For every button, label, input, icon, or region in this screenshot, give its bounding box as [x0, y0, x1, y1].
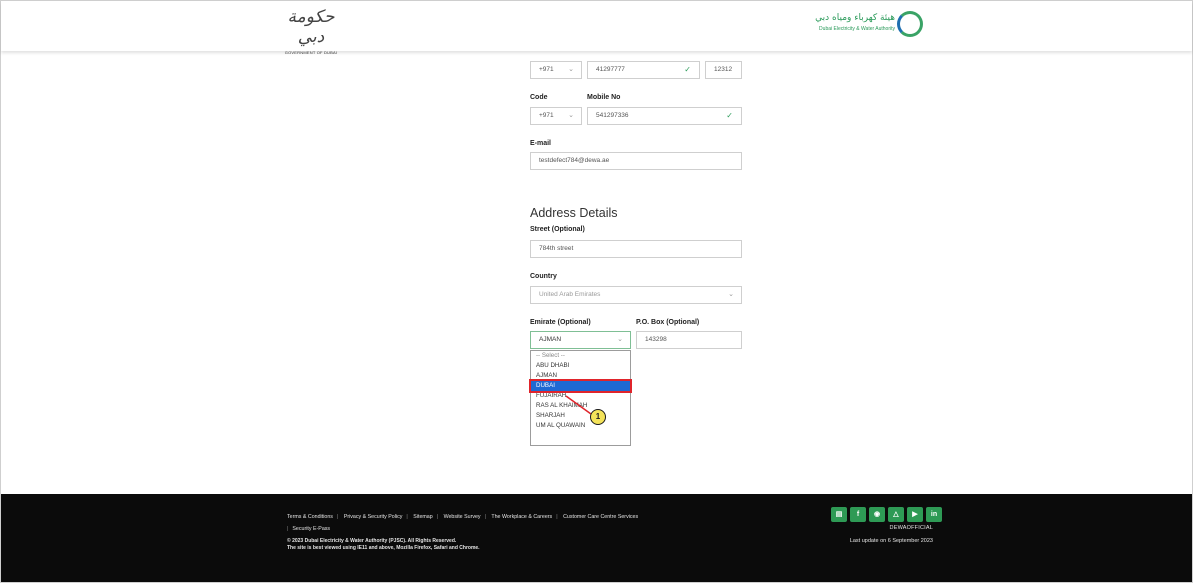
chevron-down-icon: ⌄ [728, 291, 734, 298]
check-icon: ✓ [684, 65, 691, 74]
emirate-option-select[interactable]: -- Select -- [531, 351, 630, 361]
footer-link-careers[interactable]: The Workplace & Careers [491, 514, 552, 520]
emirate-option-abu-dhabi[interactable]: ABU DHABI [531, 361, 630, 371]
emirate-select[interactable]: AJMAN ⌄ [530, 331, 631, 349]
address-details-title: Address Details [530, 206, 618, 220]
site-header: حكومة دبي GOVERNMENT OF DUBAI هيئة كهربا… [1, 1, 1192, 55]
dewa-logo-english: Dubai Electricity & Water Authority [819, 26, 895, 32]
emirate-option-sharjah[interactable]: SHARJAH [531, 411, 630, 421]
snapchat-icon[interactable]: △ [888, 507, 904, 522]
callout-step-badge: 1 [590, 409, 606, 425]
blog-icon[interactable]: ▤ [831, 507, 847, 522]
pobox-value: 143298 [645, 336, 667, 343]
emirate-option-ajman[interactable]: AJMAN [531, 371, 630, 381]
emirate-label: Emirate (Optional) [530, 319, 591, 326]
social-handle: DEWAOFFICIAL [889, 525, 933, 531]
pobox-input[interactable]: 143298 [636, 331, 742, 349]
footer-link-privacy[interactable]: Privacy & Security Policy [344, 514, 403, 520]
street-label: Street (Optional) [530, 226, 585, 233]
country-value: United Arab Emirates [539, 291, 601, 298]
phone-extension-input[interactable]: 12312 [705, 61, 742, 79]
government-of-dubai-logo[interactable]: حكومة دبي GOVERNMENT OF DUBAI [280, 7, 342, 55]
emirate-dropdown-list: -- Select -- ABU DHABI AJMAN DUBAI FUJAI… [529, 350, 632, 446]
footer-link-survey[interactable]: Website Survey [444, 514, 481, 520]
footer-link-sitemap[interactable]: Sitemap [413, 514, 432, 520]
emirate-option-ras-al-khaimah[interactable]: RAS AL KHAIMAH [531, 401, 630, 411]
chevron-down-icon: ⌄ [568, 66, 574, 73]
mobile-code-select[interactable]: +971 ⌄ [530, 107, 582, 125]
mobile-number-value: 541297336 [596, 112, 629, 119]
dewa-ring-icon [897, 11, 923, 37]
country-label: Country [530, 273, 557, 280]
pobox-label: P.O. Box (Optional) [636, 319, 700, 326]
mobile-code-label: Code [530, 94, 548, 101]
check-icon: ✓ [726, 111, 733, 120]
mobile-number-input[interactable]: 541297336 ✓ [587, 107, 742, 125]
dewa-logo-arabic: هيئة كهرباء ومياه دبي [815, 13, 895, 23]
youtube-icon[interactable]: ▶ [907, 507, 923, 522]
footer-links: Terms & Conditions | Privacy & Security P… [287, 514, 639, 532]
email-input[interactable]: testdefect784@dewa.ae [530, 152, 742, 170]
footer-link-terms[interactable]: Terms & Conditions [287, 514, 333, 520]
emirate-option-dubai[interactable]: DUBAI [529, 379, 632, 393]
gov-logo-script: حكومة دبي [287, 7, 335, 47]
chevron-down-icon: ⌄ [617, 336, 623, 343]
footer-link-security-epass[interactable]: Security E-Pass [292, 526, 330, 532]
facebook-icon[interactable]: f [850, 507, 866, 522]
linkedin-icon[interactable]: in [926, 507, 942, 522]
footer-link-customer-care[interactable]: Customer Care Centre Services [563, 514, 638, 520]
phone-code-value: +971 [539, 66, 554, 73]
social-links: ▤ f ◉ △ ▶ in [831, 507, 942, 522]
email-value: testdefect784@dewa.ae [539, 157, 610, 164]
phone-code-select[interactable]: +971 ⌄ [530, 61, 582, 79]
dewa-logo[interactable]: هيئة كهرباء ومياه دبي Dubai Electricity … [811, 11, 923, 45]
country-select[interactable]: United Arab Emirates ⌄ [530, 286, 742, 304]
chevron-down-icon: ⌄ [568, 112, 574, 119]
gov-logo-caption: GOVERNMENT OF DUBAI [284, 50, 338, 55]
emirate-option-um-al-quawain[interactable]: UM AL QUAWAIN [531, 421, 630, 431]
emirate-value: AJMAN [539, 336, 562, 343]
last-update-text: Last update on 6 September 2023 [849, 538, 933, 544]
phone-number-value: 41297777 [596, 66, 625, 73]
mobile-code-value: +971 [539, 112, 554, 119]
site-footer: Terms & Conditions | Privacy & Security P… [1, 494, 1192, 582]
footer-copyright: © 2023 Dubai Electricity & Water Authori… [287, 538, 707, 552]
emirate-option-fujairah[interactable]: FUJAIRAH [531, 391, 630, 401]
phone-extension-value: 12312 [714, 66, 733, 73]
email-label: E-mail [530, 140, 552, 147]
street-input[interactable]: 784th street [530, 240, 742, 258]
browser-note: The site is best viewed using IE11 and a… [287, 545, 480, 551]
street-value: 784th street [539, 245, 574, 252]
mobile-number-label: Mobile No [587, 94, 621, 101]
phone-number-input[interactable]: 41297777 ✓ [587, 61, 700, 79]
copyright-line: © 2023 Dubai Electricity & Water Authori… [287, 538, 457, 544]
instagram-icon[interactable]: ◉ [869, 507, 885, 522]
